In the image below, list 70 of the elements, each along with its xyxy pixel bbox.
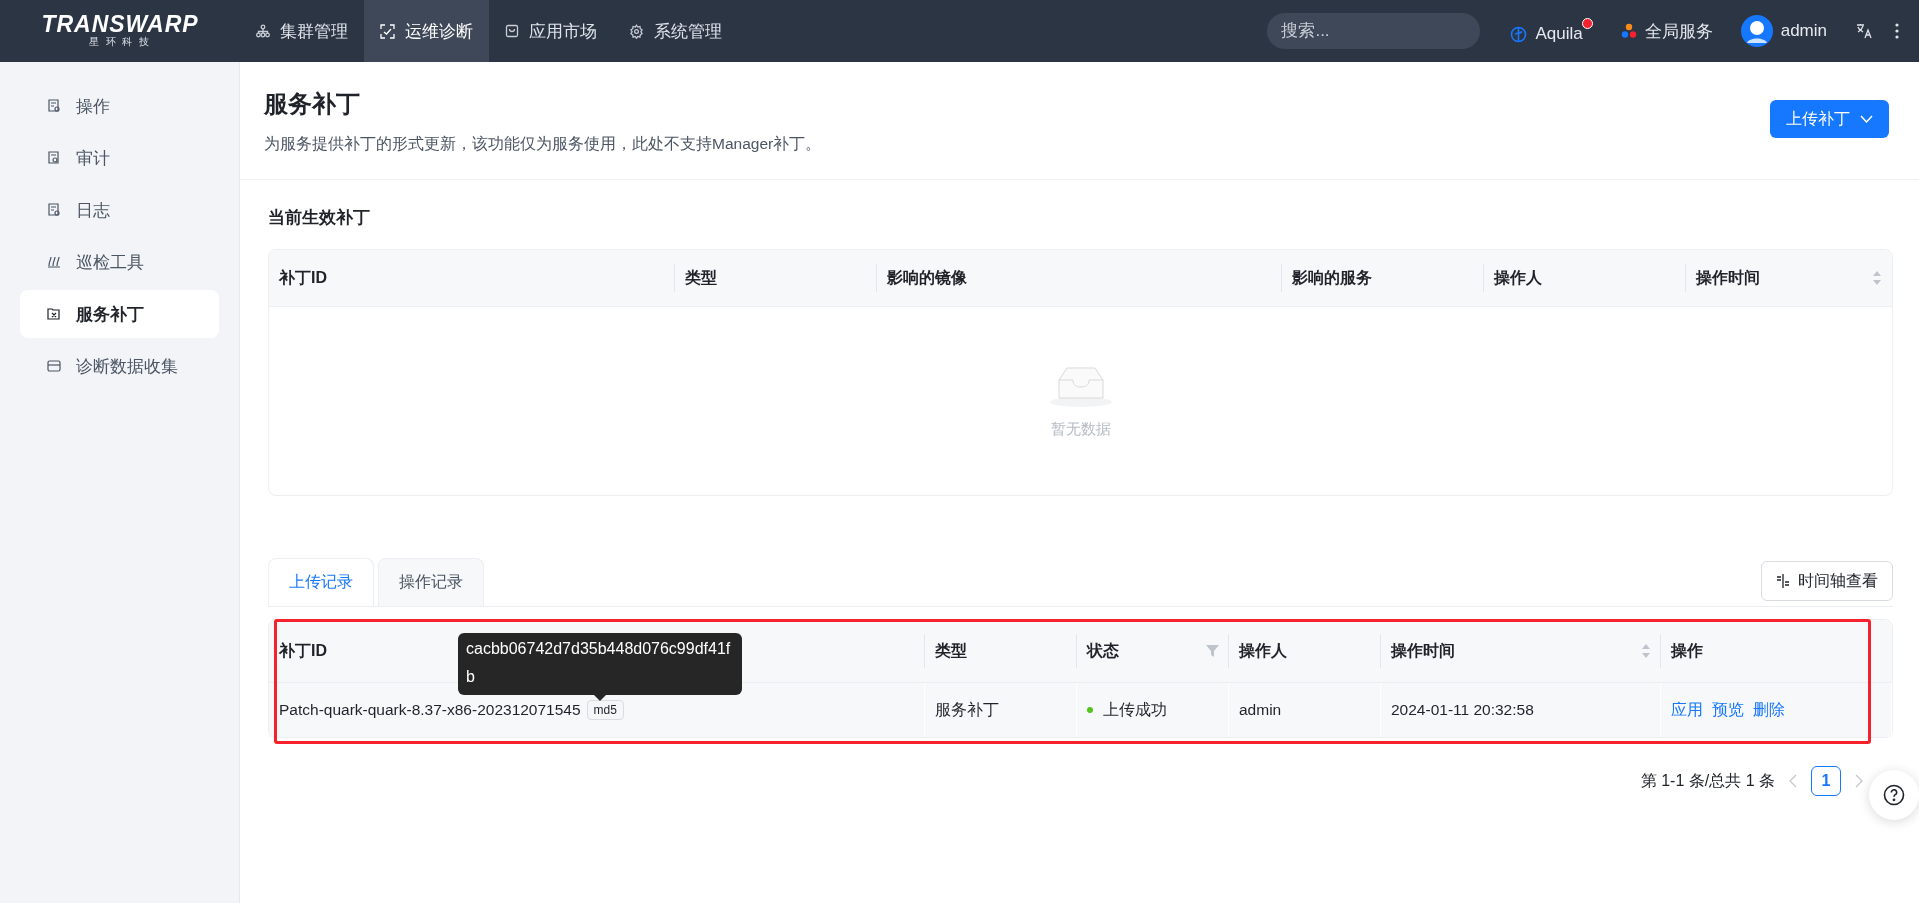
document-icon [46,98,62,114]
translate-icon[interactable] [1855,22,1873,40]
filter-icon[interactable] [1206,645,1219,657]
timeline-icon [1776,574,1790,588]
sidebar-item[interactable]: 审计 [20,134,219,182]
help-icon [1883,784,1905,806]
action-link[interactable]: 应用 [1671,699,1703,721]
action-link[interactable]: 预览 [1712,699,1744,721]
bag-icon [505,24,519,38]
column-header: 影响的镜像 [877,250,1282,307]
column-header: 操作人 [1484,250,1686,307]
more-icon[interactable] [1895,23,1899,39]
sidebar-item[interactable]: 诊断数据收集 [20,342,219,390]
sidebar-item[interactable]: 日志 [20,186,219,234]
tooltip-arrow-icon [594,695,606,701]
pagination-summary: 第 1-1 条/总共 1 条 [1640,770,1775,791]
hierarchy-icon [256,24,270,38]
status-text: 上传成功 [1103,699,1167,720]
folder-icon [46,306,62,322]
search-field[interactable]: 搜索... [1267,13,1481,49]
next-page-icon[interactable] [1855,774,1863,788]
timeline-button[interactable]: 时间轴查看 [1761,561,1893,601]
nav-tab[interactable]: 运维诊断 [364,0,489,62]
logo-wordmark: TRANSWARP [41,13,199,35]
document-eye-icon [46,150,62,166]
previous-page-icon[interactable] [1789,774,1797,788]
column-header: 操作 [1661,620,1892,683]
avatar-icon [1740,15,1773,47]
globe-icon [1510,25,1528,43]
page-button[interactable]: 1 [1811,766,1841,796]
scan-icon [380,23,395,39]
document-icon [46,202,62,218]
empty-message: 暂无数据 [1050,419,1111,439]
action-link[interactable]: 删除 [1753,699,1785,721]
nav-tab[interactable]: 集群管理 [240,0,364,62]
sort-icon[interactable] [1641,643,1651,659]
user-menu[interactable]: admin [1740,15,1827,47]
tooltip: cacbb06742d7d35b448d076c99df41fb [458,633,742,695]
column-header: 类型 [675,250,877,307]
sidebar-item[interactable]: 服务补丁 [20,290,219,338]
column-header[interactable]: 操作时间 [1686,250,1892,307]
column-header: 补丁ID [269,250,675,307]
aquila-link[interactable]: Aquila [1510,18,1593,44]
box-icon [46,358,62,374]
nav-tab[interactable]: 系统管理 [613,0,738,62]
sidebar-item[interactable]: 操作 [20,82,219,130]
upload-button[interactable]: 上传补丁 [1770,100,1889,138]
column-header[interactable]: 操作时间 [1381,620,1661,683]
column-header[interactable]: 状态 [1077,620,1229,683]
page-title: 服务补丁 [264,89,361,119]
nav-tab[interactable]: 应用市场 [489,0,613,62]
dots-icon [1620,23,1637,39]
table-cell: admin [1229,683,1381,737]
section-title: 当前生效补丁 [268,207,371,229]
page-description: 为服务提供补丁的形式更新，该功能仅为服务使用，此处不支持Manager补丁。 [264,134,822,154]
column-header: 影响的服务 [1282,250,1484,307]
global-services-link[interactable]: 全局服务 [1620,19,1713,43]
tab[interactable]: 操作记录 [378,558,484,606]
table-cell: 2024-01-11 20:32:58 [1381,683,1661,737]
column-header: 类型 [925,620,1077,683]
patch-id: Patch-quark-quark-8.37-x86-202312071545 [279,701,581,719]
md5-tag[interactable]: md5 [586,700,624,720]
sort-icon[interactable] [1872,270,1882,286]
sidebar-item[interactable]: 巡检工具 [20,238,219,286]
settings-icon [629,23,644,39]
logo-tagline: 星 环 科 技 [88,35,152,49]
column-header: 操作人 [1229,620,1381,683]
tab[interactable]: 上传记录 [268,558,374,606]
table-cell: 服务补丁 [925,683,1077,737]
caret-icon [1860,115,1873,123]
